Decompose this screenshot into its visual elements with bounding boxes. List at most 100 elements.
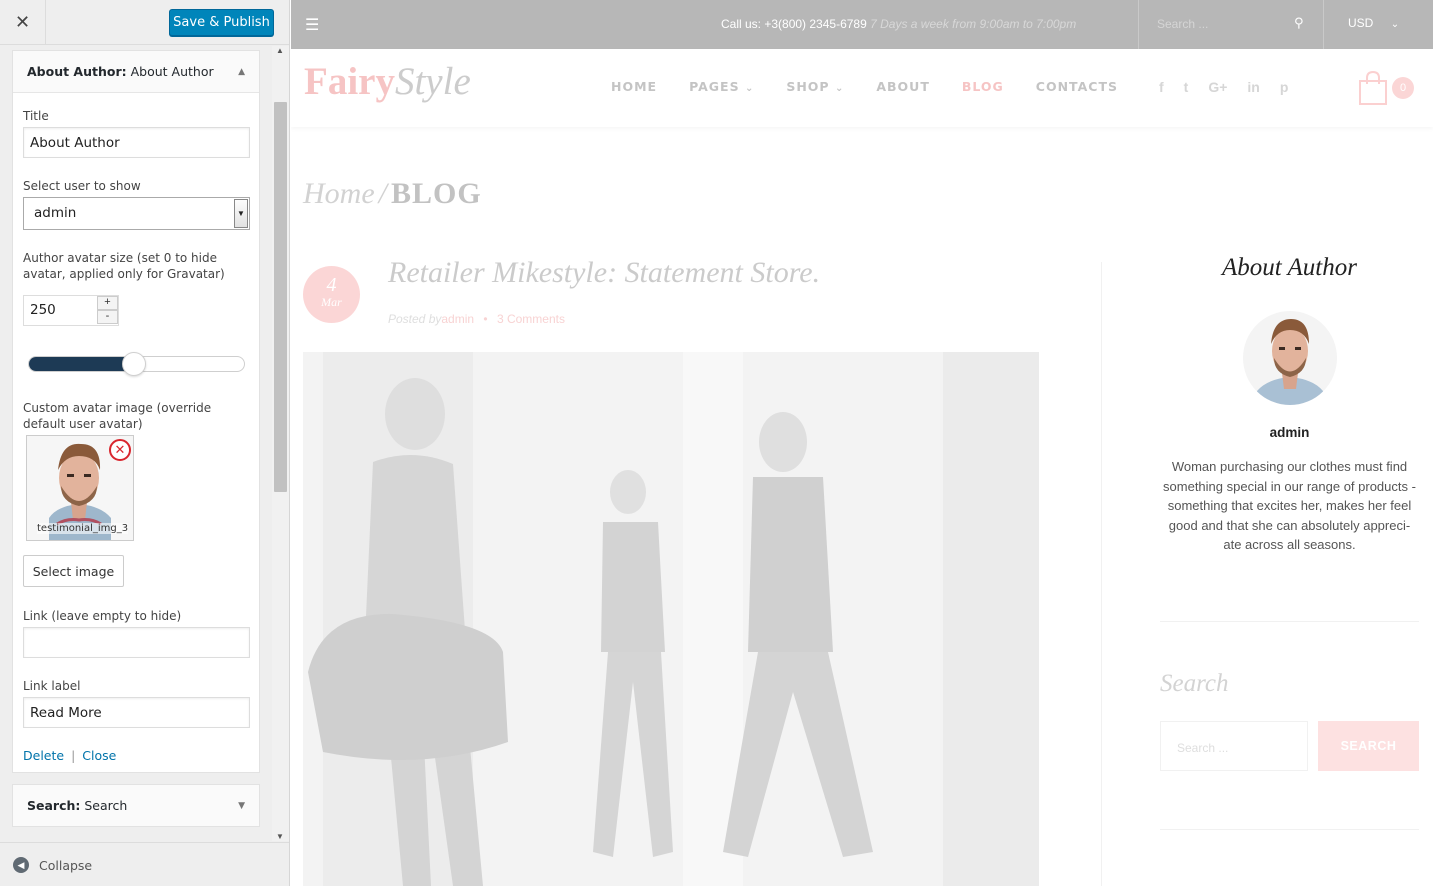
avatar-size-slider[interactable] — [28, 352, 245, 376]
widget-actions: Delete | Close — [23, 748, 116, 763]
customizer-footer: ◀ Collapse — [0, 842, 289, 886]
custom-avatar-label: Custom avatar image (override default us… — [23, 401, 212, 431]
actions-separator: | — [71, 748, 76, 763]
user-select[interactable]: admin ▼ — [23, 197, 250, 230]
nav-pages-label: PAGES — [689, 79, 740, 94]
select-image-button[interactable]: Select image — [23, 555, 124, 587]
widget-search: Search: Search ▼ — [12, 784, 260, 827]
user-select-label: Select user to show — [23, 179, 141, 193]
widget-divider — [1160, 829, 1419, 830]
save-publish-button[interactable]: Save & Publish — [169, 9, 274, 36]
custom-avatar-thumbnail: testimonial_img_3 ✕ — [26, 435, 134, 541]
slider-handle[interactable] — [122, 352, 146, 376]
breadcrumb-current: BLOG — [391, 177, 482, 210]
author-avatar — [1243, 311, 1337, 405]
widget-about-author: About Author: About Author ▲ Title About… — [12, 50, 260, 773]
scroll-up-icon[interactable]: ▲ — [276, 46, 284, 55]
avatar-size-label: Author avatar size (set 0 to hide avatar… — [23, 251, 225, 281]
search-widget-input[interactable]: Search ... — [1160, 721, 1308, 771]
nav-home[interactable]: HOME — [611, 79, 657, 94]
top-search-input[interactable]: Search ... — [1157, 17, 1208, 31]
search-widget-title: Search — [1160, 670, 1229, 697]
chevron-down-icon[interactable]: ▼ — [238, 801, 245, 811]
nav-contacts[interactable]: CONTACTS — [1036, 79, 1118, 94]
top-bar: ☰ Call us: +3(800) 2345-6789 7 Days a we… — [291, 0, 1433, 49]
author-bio: Woman purchasing our clothes must find s… — [1163, 459, 1416, 552]
chevron-down-icon: ⌄ — [834, 83, 845, 94]
nav-pages[interactable]: PAGES ⌄ — [689, 79, 754, 94]
search-widget-button[interactable]: SEARCH — [1318, 721, 1419, 771]
widget-title-name: About Author — [126, 64, 214, 79]
pinterest-icon[interactable]: p — [1280, 79, 1289, 95]
linkedin-icon[interactable]: in — [1247, 79, 1259, 95]
collapse-button[interactable]: Collapse — [39, 858, 92, 873]
chevron-down-icon: ⌄ — [744, 83, 755, 94]
chevron-up-icon[interactable]: ▲ — [238, 67, 245, 77]
slider-fill — [29, 357, 135, 371]
currency-select[interactable]: USD ⌄ — [1348, 16, 1399, 30]
title-field-label: Title — [23, 109, 49, 123]
widgets-list: About Author: About Author ▲ Title About… — [0, 46, 289, 841]
dropdown-arrow-icon[interactable]: ▼ — [234, 199, 248, 228]
post-title[interactable]: Retailer Mikestyle: Statement Store. — [388, 256, 820, 290]
about-author-title: About Author — [1222, 254, 1357, 281]
sidebar-divider — [1101, 262, 1102, 886]
widget-title-type: Search: — [27, 798, 81, 813]
post-comments-link[interactable]: 3 Comments — [497, 312, 565, 326]
top-search[interactable]: Search ... ⚲ — [1138, 0, 1324, 49]
widget-title-bar[interactable]: About Author: About Author ▲ — [13, 51, 259, 93]
decrement-button[interactable]: - — [97, 310, 118, 324]
site-preview: ☰ Call us: +3(800) 2345-6789 7 Days a we… — [291, 0, 1433, 886]
facebook-icon[interactable]: f — [1159, 79, 1164, 95]
link-label-input[interactable]: Read More — [23, 697, 250, 728]
widget-title-type: About Author: — [27, 64, 127, 79]
nav-about[interactable]: ABOUT — [876, 79, 930, 94]
breadcrumb: Home / BLOG — [303, 177, 482, 211]
author-name: admin — [1269, 425, 1310, 440]
search-icon[interactable]: ⚲ — [1294, 15, 1304, 31]
twitter-icon[interactable]: t — [1184, 79, 1189, 95]
title-field-input[interactable]: About Author — [23, 127, 250, 158]
posted-by-text: Posted by — [388, 312, 442, 326]
breadcrumb-separator: / — [378, 177, 387, 210]
post-date-badge: 4 Mar — [303, 266, 360, 323]
close-customizer-button[interactable]: ✕ — [0, 0, 46, 45]
logo-text-style: Style — [394, 60, 471, 103]
remove-image-icon[interactable]: ✕ — [109, 439, 131, 461]
meta-separator: • — [483, 312, 488, 326]
menu-icon[interactable]: ☰ — [305, 15, 319, 35]
image-filename: testimonial_img_3 — [37, 523, 129, 534]
post-date-month: Mar — [321, 295, 342, 309]
collapse-icon[interactable]: ◀ — [13, 857, 29, 873]
social-links: f t G+ in p — [1159, 79, 1288, 95]
logo-text-fairy: Fairy — [304, 60, 395, 103]
widget-title-name: Search — [80, 798, 128, 813]
post-featured-image[interactable] — [303, 352, 1039, 886]
customizer-panel: ✕ Save & Publish About Author: About Aut… — [0, 0, 290, 886]
link-label-label: Link label — [23, 679, 81, 693]
scroll-down-icon[interactable]: ▼ — [276, 832, 284, 841]
widget-title-bar[interactable]: Search: Search ▼ — [13, 785, 259, 826]
currency-value: USD — [1348, 16, 1374, 30]
close-icon: ✕ — [14, 12, 31, 32]
google-plus-icon[interactable]: G+ — [1208, 79, 1227, 95]
breadcrumb-home[interactable]: Home — [303, 177, 375, 210]
main-nav: HOME PAGES ⌄ SHOP ⌄ ABOUT BLOG CONTACTS — [611, 79, 1150, 94]
nav-shop[interactable]: SHOP ⌄ — [786, 79, 844, 94]
avatar-size-stepper[interactable]: 250 + - — [23, 295, 119, 326]
nav-blog[interactable]: BLOG — [962, 79, 1004, 94]
delete-link[interactable]: Delete — [23, 748, 64, 763]
shopping-bag-icon[interactable] — [1358, 71, 1388, 105]
site-logo[interactable]: FairyStyle — [304, 59, 471, 104]
close-link[interactable]: Close — [82, 748, 116, 763]
link-field-input[interactable] — [23, 627, 250, 658]
nav-shop-label: SHOP — [786, 79, 830, 94]
increment-button[interactable]: + — [97, 296, 118, 310]
link-field-label: Link (leave empty to hide) — [23, 609, 182, 623]
post-author-link[interactable]: admin — [441, 312, 474, 326]
avatar-size-value: 250 — [30, 302, 56, 318]
customizer-header: ✕ Save & Publish — [0, 0, 289, 45]
chevron-down-icon: ⌄ — [1390, 19, 1400, 30]
phone-text: Call us: +3(800) 2345-6789 — [721, 17, 867, 31]
scrollbar-thumb[interactable] — [274, 102, 287, 492]
